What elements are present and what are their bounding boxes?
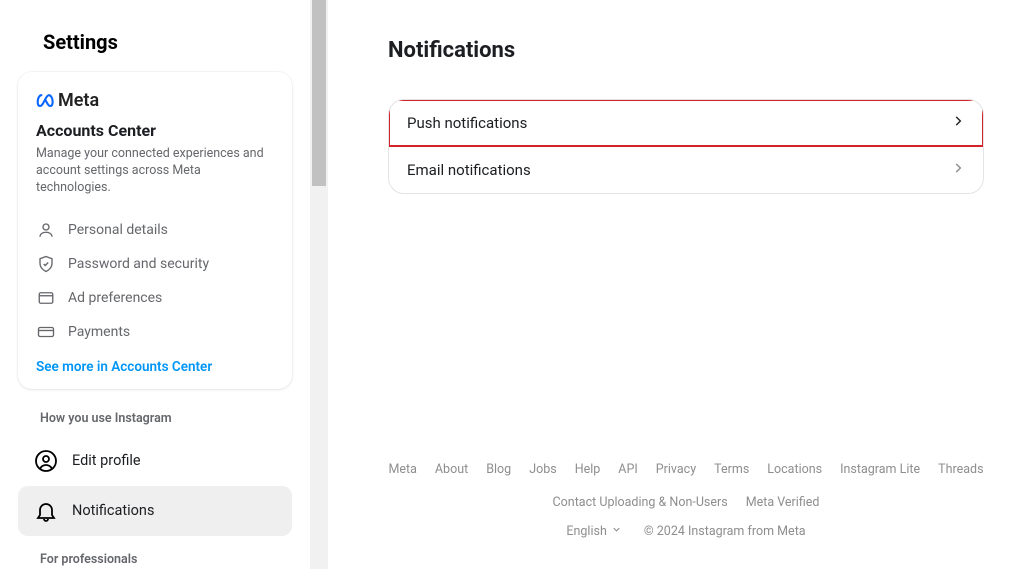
- nav-edit-profile[interactable]: Edit profile: [18, 436, 292, 486]
- meta-logo-icon: [36, 91, 56, 111]
- footer-link[interactable]: Terms: [714, 462, 749, 477]
- footer-link[interactable]: Threads: [938, 462, 983, 477]
- accounts-item-label: Password and security: [68, 256, 209, 272]
- meta-brand-text: Meta: [58, 90, 99, 111]
- shield-icon: [36, 254, 56, 274]
- accounts-item-personal-details[interactable]: Personal details: [36, 213, 274, 247]
- accounts-item-payments[interactable]: Payments: [36, 315, 274, 349]
- copyright-text: © 2024 Instagram from Meta: [644, 524, 806, 539]
- footer-link[interactable]: Meta: [388, 462, 416, 477]
- option-email-notifications[interactable]: Email notifications: [389, 147, 983, 193]
- footer-link[interactable]: API: [618, 462, 637, 477]
- chevron-right-icon: [951, 114, 965, 132]
- language-selector[interactable]: English: [566, 524, 621, 539]
- see-more-accounts-center[interactable]: See more in Accounts Center: [36, 359, 274, 375]
- person-icon: [36, 220, 56, 240]
- accounts-center-card: Meta Accounts Center Manage your connect…: [18, 72, 292, 389]
- footer-link[interactable]: Privacy: [656, 462, 696, 477]
- footer-link[interactable]: Meta Verified: [746, 495, 820, 510]
- accounts-item-label: Personal details: [68, 222, 168, 238]
- footer-link[interactable]: Locations: [767, 462, 822, 477]
- accounts-item-ad-preferences[interactable]: Ad preferences: [36, 281, 274, 315]
- chevron-down-icon: [611, 524, 622, 539]
- option-push-notifications[interactable]: Push notifications: [388, 99, 984, 147]
- accounts-item-label: Ad preferences: [68, 290, 162, 306]
- footer-link[interactable]: Contact Uploading & Non-Users: [553, 495, 728, 510]
- footer-link[interactable]: Help: [575, 462, 601, 477]
- footer-link[interactable]: About: [435, 462, 468, 477]
- nav-item-label: Edit profile: [72, 452, 141, 469]
- profile-circle-icon: [34, 449, 58, 473]
- nav-notifications[interactable]: Notifications: [18, 486, 292, 536]
- accounts-center-heading: Accounts Center: [36, 121, 274, 140]
- language-label: English: [566, 524, 606, 539]
- option-label: Email notifications: [407, 161, 531, 179]
- section-for-professionals: For professionals: [40, 552, 292, 567]
- nav-item-label: Notifications: [72, 502, 154, 519]
- settings-sidebar: Settings Meta Accounts Center Manage you…: [0, 0, 310, 577]
- accounts-item-password-security[interactable]: Password and security: [36, 247, 274, 281]
- settings-title: Settings: [43, 30, 292, 54]
- option-label: Push notifications: [407, 114, 527, 132]
- accounts-center-description: Manage your connected experiences and ac…: [36, 146, 274, 197]
- page-title: Notifications: [388, 38, 984, 63]
- meta-brand: Meta: [36, 90, 274, 111]
- accounts-item-label: Payments: [68, 324, 130, 340]
- ad-icon: [36, 288, 56, 308]
- chevron-right-icon: [951, 161, 965, 179]
- notifications-card: Push notifications Email notifications: [388, 99, 984, 194]
- bell-icon: [34, 499, 58, 523]
- footer-links: Meta About Blog Jobs Help API Privacy Te…: [388, 462, 984, 510]
- section-how-you-use-instagram: How you use Instagram: [40, 411, 292, 426]
- footer-link[interactable]: Instagram Lite: [840, 462, 920, 477]
- footer: Meta About Blog Jobs Help API Privacy Te…: [388, 462, 984, 569]
- footer-link[interactable]: Jobs: [529, 462, 557, 477]
- footer-link[interactable]: Blog: [486, 462, 511, 477]
- main-content: Notifications Push notifications Email n…: [310, 0, 1024, 569]
- card-icon: [36, 322, 56, 342]
